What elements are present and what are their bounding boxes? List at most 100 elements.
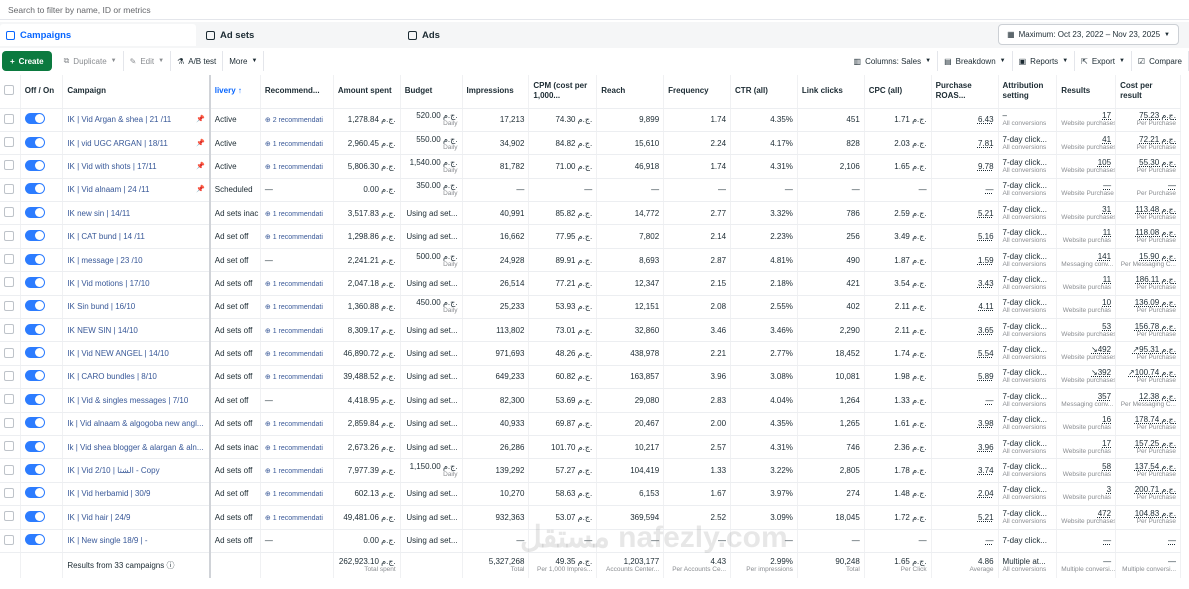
budget-value[interactable]: 550.00 ج.م. Daily xyxy=(400,131,463,156)
col-results[interactable]: Results xyxy=(1056,75,1117,109)
row-checkbox[interactable] xyxy=(4,230,14,241)
on-off-toggle[interactable] xyxy=(24,159,45,171)
campaign-name-link[interactable]: IK | CARO bundles | 8/10 xyxy=(62,365,211,390)
row-checkbox[interactable] xyxy=(4,347,14,358)
more-button[interactable]: More ▼ xyxy=(223,51,265,71)
row-select[interactable] xyxy=(0,248,21,273)
table-row[interactable]: IK NEW SIN | 14/10 Ad sets off ⊕ 1 recomme… xyxy=(0,318,1181,343)
row-checkbox[interactable] xyxy=(4,324,14,335)
campaign-name-link[interactable]: IK | Vid 2/10 | الشتا - Copy xyxy=(62,458,211,483)
table-row[interactable]: IK | vid UGC ARGAN | 18/11 📌 Active ⊕ 1 rec… xyxy=(0,131,1181,156)
campaign-name-link[interactable]: Ik | Vid alnaam & algogoba new angl... xyxy=(62,412,211,436)
col-impressions[interactable]: Impressions xyxy=(462,75,530,109)
col-cpm[interactable]: CPM (cost per 1,000... xyxy=(528,75,598,109)
row-select[interactable] xyxy=(0,108,21,132)
table-row[interactable]: IK | Vid 2/10 | الشتا - Copy Ad sets off ⊕… xyxy=(0,458,1181,483)
on-off-toggle[interactable] xyxy=(24,464,45,476)
campaign-name-link[interactable]: IK | vid UGC ARGAN | 18/11 📌 xyxy=(62,131,211,156)
campaign-name-link[interactable]: IK | Vid hair | 24/9 xyxy=(62,505,211,530)
budget-value[interactable]: 350.00 ج.م. Daily xyxy=(400,178,463,203)
budget-value[interactable]: 1,540.00 ج.م. Daily xyxy=(400,154,463,179)
row-select[interactable] xyxy=(0,505,21,530)
on-off-toggle[interactable] xyxy=(24,253,45,265)
budget-value[interactable]: 450.00 ج.م. Daily xyxy=(400,295,463,320)
row-select[interactable] xyxy=(0,178,21,203)
compare-button[interactable]: ☑ Compare xyxy=(1132,51,1189,71)
row-select[interactable] xyxy=(0,341,21,366)
row-checkbox[interactable] xyxy=(4,534,14,545)
budget-value[interactable]: Using ad set... xyxy=(400,435,463,460)
row-checkbox[interactable] xyxy=(4,300,14,311)
row-checkbox[interactable] xyxy=(4,183,14,194)
table-row[interactable]: Ik | Vid alnaam & algogoba new angl... Ad… xyxy=(0,412,1181,436)
col-frequency[interactable]: Frequency xyxy=(663,75,732,109)
row-select[interactable] xyxy=(0,271,21,296)
recommendations-link[interactable]: ⊕ 1 recommendati xyxy=(260,154,334,179)
row-select[interactable] xyxy=(0,318,21,343)
campaign-name-link[interactable]: IK | Vid motions | 17/10 xyxy=(62,271,211,296)
on-off-toggle[interactable] xyxy=(24,534,45,546)
campaign-name-link[interactable]: IK Sin bund | 16/10 xyxy=(62,295,211,320)
table-row[interactable]: IK | Vid alnaam | 24 /11 📌 Scheduled —0.00 … xyxy=(0,178,1181,203)
row-checkbox[interactable] xyxy=(4,277,14,288)
row-checkbox[interactable] xyxy=(4,417,14,428)
on-off-toggle[interactable] xyxy=(24,323,45,335)
col-link-clicks[interactable]: Link clicks xyxy=(797,75,865,109)
budget-value[interactable]: Using ad set... xyxy=(400,271,463,296)
campaign-name-link[interactable]: IK | Vid NEW ANGEL | 14/10 xyxy=(62,341,211,366)
duplicate-button[interactable]: ⧉ Duplicate ▼ xyxy=(58,51,124,71)
table-row[interactable]: IK | Vid motions | 17/10 Ad sets off ⊕ 1 r… xyxy=(0,271,1181,296)
row-toggle[interactable] xyxy=(20,505,64,530)
search-input[interactable]: Search to filter by name, ID or metrics xyxy=(8,5,151,15)
create-button[interactable]: + Create xyxy=(2,51,52,71)
edit-button[interactable]: ✎ Edit ▼ xyxy=(124,51,172,71)
row-toggle[interactable] xyxy=(20,365,64,390)
table-row[interactable]: IK | CARO bundles | 8/10 Ad sets off ⊕ 1 r… xyxy=(0,365,1181,390)
recommendations-link[interactable]: ⊕ 1 recommendati xyxy=(260,412,334,436)
recommendations-link[interactable]: ⊕ 1 recommendati xyxy=(260,201,334,226)
columns-button[interactable]: ▥ Columns: Sales ▼ xyxy=(848,51,939,71)
campaign-name-link[interactable]: IK | Vid Argan & shea | 21 /11 📌 xyxy=(62,108,211,132)
row-select[interactable] xyxy=(0,365,21,390)
table-row[interactable]: IK | Vid NEW ANGEL | 14/10 Ad sets off ⊕ 1… xyxy=(0,341,1181,366)
row-toggle[interactable] xyxy=(20,271,64,296)
select-all-checkbox[interactable] xyxy=(0,75,21,109)
reports-button[interactable]: ▣ Reports ▼ xyxy=(1013,51,1076,71)
recommendations-link[interactable]: ⊕ 1 recommendati xyxy=(260,271,334,296)
row-checkbox[interactable] xyxy=(4,160,14,171)
budget-value[interactable]: Using ad set... xyxy=(400,365,463,390)
row-toggle[interactable] xyxy=(20,178,64,203)
col-recommendations[interactable]: Recommend... xyxy=(260,75,334,109)
row-checkbox[interactable] xyxy=(4,441,14,452)
on-off-toggle[interactable] xyxy=(24,136,45,148)
recommendations-link[interactable]: ⊕ 1 recommendati xyxy=(260,295,334,320)
col-cpc[interactable]: CPC (all) xyxy=(864,75,932,109)
on-off-toggle[interactable] xyxy=(24,206,45,218)
on-off-toggle[interactable] xyxy=(24,276,45,288)
budget-value[interactable]: Using ad set... xyxy=(400,412,463,436)
search-bar[interactable]: Search to filter by name, ID or metrics xyxy=(0,0,1189,20)
recommendations-link[interactable]: ⊕ 1 recommendati xyxy=(260,318,334,343)
row-select[interactable] xyxy=(0,412,21,436)
table-row[interactable]: IK Sin bund | 16/10 Ad set off ⊕ 1 recomme… xyxy=(0,295,1181,320)
budget-value[interactable]: 1,150.00 ج.م. Daily xyxy=(400,458,463,483)
row-checkbox[interactable] xyxy=(4,464,14,475)
breakdown-button[interactable]: ▤ Breakdown ▼ xyxy=(938,51,1013,71)
row-toggle[interactable] xyxy=(20,341,64,366)
row-toggle[interactable] xyxy=(20,201,64,226)
on-off-toggle[interactable] xyxy=(24,393,45,405)
on-off-toggle[interactable] xyxy=(24,487,45,499)
col-amount-spent[interactable]: Amount spent xyxy=(333,75,401,109)
table-row[interactable]: IK | Vid Argan & shea | 21 /11 📌 Active ⊕ 2… xyxy=(0,108,1181,132)
campaign-name-link[interactable]: IK | New single 18/9 | - xyxy=(62,529,211,553)
row-select[interactable] xyxy=(0,154,21,179)
row-toggle[interactable] xyxy=(20,318,64,343)
col-cost-per-result[interactable]: Cost per result xyxy=(1115,75,1181,109)
campaign-name-link[interactable]: IK | Vid alnaam | 24 /11 📌 xyxy=(62,178,211,203)
table-row[interactable]: IK | New single 18/9 | - Ad sets off —0.00… xyxy=(0,529,1181,553)
row-select[interactable] xyxy=(0,131,21,156)
row-select[interactable] xyxy=(0,295,21,320)
campaign-name-link[interactable]: IK | CAT bund | 14 /11 xyxy=(62,224,211,249)
col-ctr[interactable]: CTR (all) xyxy=(730,75,798,109)
on-off-toggle[interactable] xyxy=(24,113,45,125)
